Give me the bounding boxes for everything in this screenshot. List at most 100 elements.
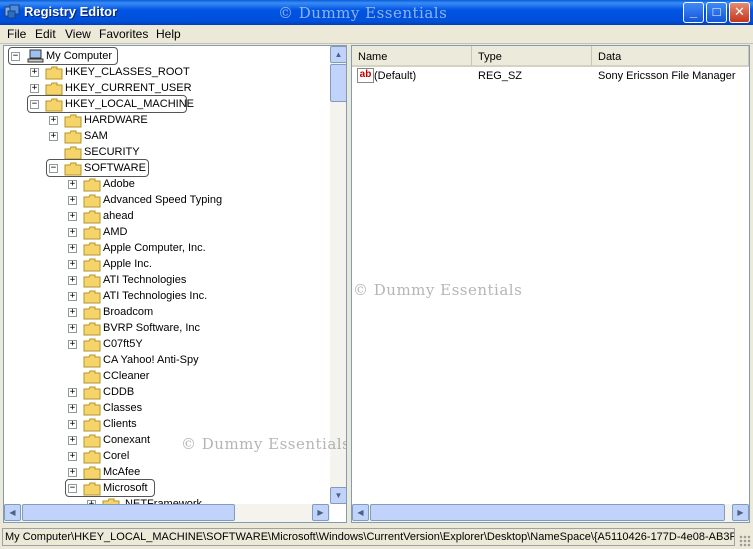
tree-node-software-subkey[interactable]: + Clients: [4, 417, 254, 433]
values-list-pane[interactable]: Name Type Data ab (Default) REG_SZ Sony …: [351, 45, 750, 523]
tree-node-netframework[interactable]: + .NETFramework: [4, 497, 254, 504]
tree-label: Broadcom: [103, 306, 154, 318]
folder-icon: [83, 338, 101, 352]
title-bar[interactable]: Registry Editor © Dummy Essentials _ □ ✕: [0, 0, 753, 25]
minimize-button[interactable]: _: [683, 2, 704, 23]
tree-node-software-subkey[interactable]: + ahead: [4, 209, 254, 225]
expand-icon[interactable]: +: [68, 404, 77, 413]
expand-icon[interactable]: +: [68, 468, 77, 477]
tree-node-sam[interactable]: + SAM: [4, 129, 204, 145]
folder-icon: [83, 386, 101, 400]
expand-icon[interactable]: +: [68, 292, 77, 301]
tree-node-software-subkey[interactable]: + C07ft5Y: [4, 337, 254, 353]
expand-icon[interactable]: +: [68, 228, 77, 237]
expand-icon[interactable]: +: [68, 212, 77, 221]
menu-edit[interactable]: Edit: [35, 27, 56, 41]
expand-icon[interactable]: +: [68, 452, 77, 461]
menu-bar: File Edit View Favorites Help: [0, 25, 753, 44]
tree-label: Classes: [103, 402, 143, 414]
tree-node-software-subkey[interactable]: + Broadcom: [4, 305, 254, 321]
tree-horizontal-scrollbar[interactable]: ◀ ▶: [4, 504, 330, 522]
tree-node-software-subkey[interactable]: + Adobe: [4, 177, 254, 193]
column-header-data[interactable]: Data: [592, 46, 749, 67]
close-button[interactable]: ✕: [729, 2, 750, 23]
resize-grip-icon[interactable]: [739, 535, 751, 547]
scroll-down-arrow-icon[interactable]: ▼: [330, 487, 346, 504]
folder-icon: [83, 402, 101, 416]
tree-label: Conexant: [103, 434, 151, 446]
tree-node-software[interactable]: − SOFTWARE: [4, 161, 204, 177]
expand-icon[interactable]: +: [68, 196, 77, 205]
folder-icon: [64, 114, 82, 128]
registry-editor-icon: [4, 4, 20, 19]
value-row[interactable]: ab (Default) REG_SZ Sony Ericsson File M…: [352, 68, 749, 85]
tree-label: ahead: [103, 210, 134, 222]
tree-node-hkey-local-machine[interactable]: − HKEY_LOCAL_MACHINE: [4, 97, 204, 113]
tree-label: Adobe: [103, 178, 135, 190]
tree-label: SECURITY: [84, 146, 140, 158]
tree-label: SAM: [84, 130, 108, 142]
collapse-icon[interactable]: −: [49, 164, 58, 173]
tree-node-software-subkey[interactable]: + ATI Technologies Inc.: [4, 289, 254, 305]
collapse-icon[interactable]: −: [11, 52, 20, 61]
string-value-icon: ab: [357, 68, 374, 83]
scroll-thumb[interactable]: [22, 504, 235, 521]
scroll-right-arrow-icon[interactable]: ▶: [732, 504, 749, 521]
tree-node-software-subkey[interactable]: CA Yahoo! Anti-Spy: [4, 353, 254, 369]
maximize-button[interactable]: □: [706, 2, 727, 23]
folder-icon: [83, 418, 101, 432]
tree-node-hardware[interactable]: + HARDWARE: [4, 113, 204, 129]
tree-label: McAfee: [103, 466, 141, 478]
menu-help[interactable]: Help: [156, 27, 181, 41]
tree-node-software-subkey[interactable]: + Apple Inc.: [4, 257, 254, 273]
menu-favorites[interactable]: Favorites: [99, 27, 148, 41]
tree-node-software-subkey[interactable]: + Advanced Speed Typing: [4, 193, 254, 209]
folder-icon: [83, 322, 101, 336]
tree-label: SOFTWARE: [84, 162, 146, 174]
expand-icon[interactable]: +: [68, 308, 77, 317]
value-data: Sony Ericsson File Manager: [598, 70, 736, 82]
scroll-thumb[interactable]: [370, 504, 725, 521]
expand-icon[interactable]: +: [68, 420, 77, 429]
folder-icon: [83, 274, 101, 288]
tree-node-software-subkey[interactable]: + AMD: [4, 225, 254, 241]
expand-icon[interactable]: +: [68, 388, 77, 397]
tree-node-hkey-classes-root[interactable]: + HKEY_CLASSES_ROOT: [4, 65, 204, 81]
folder-icon: [83, 434, 101, 448]
scroll-left-arrow-icon[interactable]: ◀: [4, 504, 21, 521]
expand-icon[interactable]: +: [49, 116, 58, 125]
column-header-type[interactable]: Type: [472, 46, 592, 67]
tree-label: ATI Technologies Inc.: [103, 290, 208, 302]
expand-icon[interactable]: +: [30, 68, 39, 77]
expand-icon[interactable]: +: [68, 244, 77, 253]
tree-node-software-subkey[interactable]: + Apple Computer, Inc.: [4, 241, 254, 257]
tree-node-software-subkey[interactable]: CCleaner: [4, 369, 254, 385]
menu-file[interactable]: File: [7, 27, 26, 41]
expand-icon[interactable]: +: [49, 132, 58, 141]
expand-icon[interactable]: +: [68, 436, 77, 445]
expand-icon[interactable]: +: [68, 324, 77, 333]
folder-icon: [83, 258, 101, 272]
expand-icon[interactable]: +: [68, 260, 77, 269]
folder-icon: [45, 82, 63, 96]
expand-icon[interactable]: +: [68, 180, 77, 189]
expand-icon[interactable]: +: [68, 340, 77, 349]
tree-node-software-subkey[interactable]: + BVRP Software, Inc: [4, 321, 254, 337]
tree-node-software-subkey[interactable]: + Classes: [4, 401, 254, 417]
scroll-left-arrow-icon[interactable]: ◀: [352, 504, 369, 521]
tree-node-software-subkey[interactable]: + CDDB: [4, 385, 254, 401]
tree-node-my-computer[interactable]: − My Computer: [4, 49, 124, 65]
expand-icon[interactable]: +: [68, 276, 77, 285]
tree-node-software-subkey[interactable]: + ATI Technologies: [4, 273, 254, 289]
scroll-right-arrow-icon[interactable]: ▶: [312, 504, 329, 521]
column-header-name[interactable]: Name: [352, 46, 472, 67]
scroll-thumb[interactable]: [330, 64, 346, 102]
registry-tree-pane[interactable]: − My Computer + HKEY_CLASSES_ROOT + HKEY…: [3, 45, 347, 523]
collapse-icon[interactable]: −: [30, 100, 39, 109]
computer-icon: [27, 49, 44, 63]
scroll-up-arrow-icon[interactable]: ▲: [330, 46, 346, 63]
expand-icon[interactable]: +: [30, 84, 39, 93]
list-horizontal-scrollbar[interactable]: ◀ ▶: [352, 504, 749, 522]
folder-icon: [83, 226, 101, 240]
menu-view[interactable]: View: [65, 27, 91, 41]
